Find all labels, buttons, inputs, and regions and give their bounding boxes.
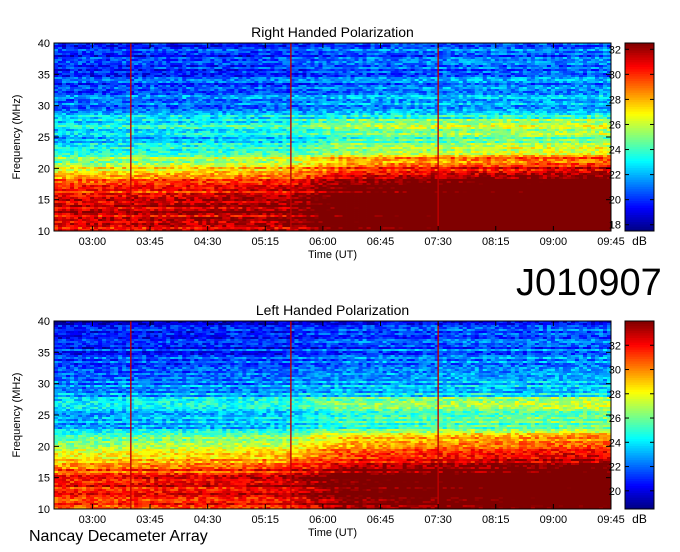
x-tick-label: 04:30 [194,236,222,248]
colorbar-unit: dB [632,234,647,248]
x-tick-label: 08:15 [482,236,510,248]
y-tick-label: 30 [38,379,50,391]
y-tick-label: 10 [38,226,50,238]
colorbar-tick-label: 22 [609,462,621,474]
y-tick-label: 25 [38,410,50,422]
x-tick-label: 06:00 [309,514,337,526]
x-tick-label: 06:45 [367,514,395,526]
spectrum-heatmap [54,321,611,509]
x-tick-label: 03:45 [136,236,164,248]
y-axis-label: Frequency (MHz) [11,95,23,180]
colorbar: 18 20 22 24 26 28 30 32 dB [609,43,654,248]
colorbar-tick-label: 20 [609,486,621,498]
colorbar-tick-label: 20 [609,195,621,207]
y-tick-label: 15 [38,195,50,207]
x-axis-label: Time (UT) [308,249,357,261]
x-tick-label: 09:00 [540,514,568,526]
colorbar-tick-label: 28 [609,389,621,401]
left-polarization-panel: Left Handed Polarization 10 15 20 25 30 35 40 Fr… [11,302,654,539]
colorbar-tick-label: 30 [609,365,621,377]
colorbar-unit: dB [632,512,647,526]
x-tick-label: 09:00 [540,236,568,248]
x-tick-label: 03:00 [79,514,107,526]
right-polarization-panel: Right Handed Polarization 10 15 20 25 30 35 40 F… [11,24,654,261]
y-tick-label: 30 [38,101,50,113]
instrument-name: Nancay Decameter Array [29,528,208,546]
colorbar-tick-label: 32 [609,340,621,352]
x-tick-label: 07:30 [424,236,452,248]
spectrum-heatmap [54,43,611,231]
x-tick-label: 03:45 [136,514,164,526]
x-axis-label: Time (UT) [308,527,357,539]
plot-title: Left Handed Polarization [256,302,409,318]
colorbar-tick-label: 30 [609,69,621,81]
y-tick-label: 20 [38,163,50,175]
colorbar-tick-label: 18 [609,220,621,232]
plot-title: Right Handed Polarization [251,24,414,40]
x-tick-label: 09:45 [597,236,625,248]
colorbar-tick-label: 24 [609,437,621,449]
y-tick-label: 40 [38,38,50,50]
x-tick-label: 09:45 [597,514,625,526]
x-tick-label: 04:30 [194,514,222,526]
x-tick-label: 06:00 [309,236,337,248]
x-tick-label: 07:30 [424,514,452,526]
colorbar-tick-label: 26 [609,413,621,425]
colorbar-tick-label: 26 [609,119,621,131]
x-tick-label: 08:15 [482,514,510,526]
y-tick-label: 25 [38,132,50,144]
x-tick-label: 03:00 [79,236,107,248]
colorbar-tick-label: 32 [609,44,621,56]
x-tick-label: 05:15 [252,514,280,526]
y-axis-label: Frequency (MHz) [11,373,23,458]
y-tick-label: 35 [38,69,50,81]
y-tick-label: 40 [38,316,50,328]
y-tick-label: 35 [38,347,50,359]
y-tick-label: 10 [38,504,50,516]
x-tick-label: 06:45 [367,236,395,248]
colorbar: 20 22 24 26 28 30 32 dB [609,321,654,526]
observation-id: J010907 [516,262,662,305]
colorbar-tick-label: 22 [609,170,621,182]
colorbar-tick-label: 24 [609,145,621,157]
x-tick-label: 05:15 [252,236,280,248]
y-tick-label: 20 [38,441,50,453]
y-tick-label: 15 [38,473,50,485]
colorbar-tick-label: 28 [609,94,621,106]
